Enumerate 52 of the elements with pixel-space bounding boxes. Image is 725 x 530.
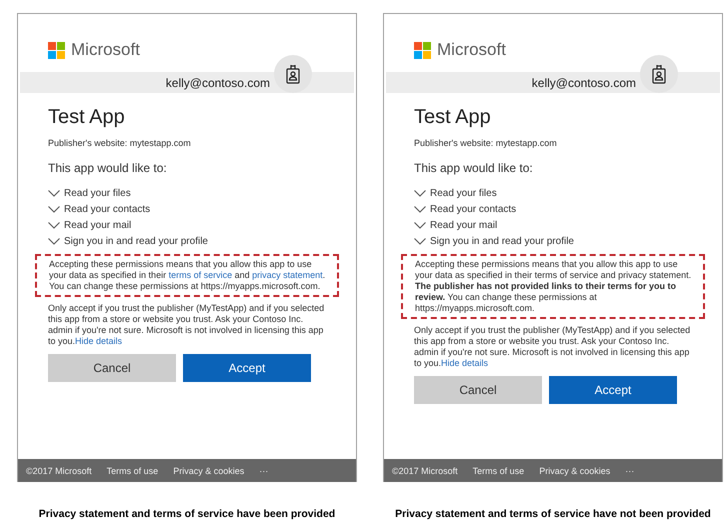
account-email: kelly@contoso.com [166, 76, 270, 90]
id-badge-icon [652, 64, 666, 84]
publisher-website: Publisher's website: mytestapp.com [48, 138, 192, 148]
permissions-notice: Accepting these permissions means that you allow this app to use your data as specified in their terms of service and privacy statement. You can change these permissions at https://myapps.microsoft.com. [49, 259, 326, 292]
footer-link[interactable]: ··· [259, 466, 268, 476]
footer-link[interactable]: ··· [625, 466, 634, 476]
app-title: Test App [48, 106, 126, 129]
permissions-heading: This app would like to: [414, 161, 534, 175]
app-title: Test App [414, 106, 492, 129]
footer-link[interactable]: Privacy & cookies [173, 466, 244, 476]
footer-link[interactable]: Privacy & cookies [539, 466, 610, 476]
chevron-down-icon[interactable] [414, 222, 426, 229]
notice-link[interactable]: privacy statement [252, 270, 323, 280]
trust-notice: Only accept if you trust the publisher (MyTestApp) and if you selected this app from a store or website you trust. Ask your Contoso Inc. admin if you're not sure. Microsoft is not involved in licensing this app to you.Hide details [48, 303, 326, 347]
logo-icon [414, 42, 431, 58]
permission-item: Read your files [64, 187, 131, 200]
footer-link[interactable]: Terms of use [472, 466, 524, 476]
chevron-down-icon[interactable] [48, 238, 60, 245]
permission-item: Read your mail [430, 219, 498, 232]
account-email: kelly@contoso.com [532, 76, 636, 90]
notice-link[interactable]: terms of service [168, 270, 232, 280]
chevron-down-icon[interactable] [48, 206, 60, 213]
cancel-button[interactable]: Cancel [48, 354, 176, 382]
chevron-down-icon[interactable] [48, 222, 60, 229]
figure-caption: Privacy statement and terms of service have not been provided [395, 508, 711, 520]
cancel-button[interactable]: Cancel [414, 376, 542, 404]
accept-button[interactable]: Accept [549, 376, 677, 404]
chevron-down-icon[interactable] [414, 238, 426, 245]
hide-details-link[interactable]: Hide details [75, 336, 122, 346]
figure-caption: Privacy statement and terms of service have been provided [38, 508, 336, 520]
id-badge-icon [286, 64, 300, 84]
copyright-text: ©2017 Microsoft [26, 466, 92, 476]
permission-item: Sign you in and read your profile [64, 235, 208, 248]
brand-name: Microsoft [437, 40, 506, 60]
permission-item: Read your files [430, 187, 497, 200]
brand-name: Microsoft [71, 40, 140, 60]
permission-item: Read your mail [64, 219, 132, 232]
permission-item: Read your contacts [430, 203, 516, 216]
permission-item: Read your contacts [64, 203, 150, 216]
copyright-text: ©2017 Microsoft [392, 466, 458, 476]
hide-details-link[interactable]: Hide details [441, 358, 488, 368]
accept-button[interactable]: Accept [183, 354, 311, 382]
chevron-down-icon[interactable] [48, 190, 60, 197]
chevron-down-icon[interactable] [414, 206, 426, 213]
chevron-down-icon[interactable] [414, 190, 426, 197]
logo-icon [48, 42, 65, 58]
permission-item: Sign you in and read your profile [430, 235, 574, 248]
footer-link[interactable]: Terms of use [106, 466, 158, 476]
trust-notice: Only accept if you trust the publisher (MyTestApp) and if you selected this app from a store or website you trust. Ask your Contoso Inc. admin if you're not sure. Microsoft is not involved in licensing this app to you.Hide details [414, 325, 692, 369]
publisher-website: Publisher's website: mytestapp.com [414, 138, 558, 148]
permissions-notice: Accepting these permissions means that you allow this app to use your data as specified in their terms of service and privacy statement. The publisher has not provided links to their terms for you to review. You can change these permissions at https://myapps.microsoft.com. [415, 259, 692, 314]
permissions-heading: This app would like to: [48, 161, 168, 175]
